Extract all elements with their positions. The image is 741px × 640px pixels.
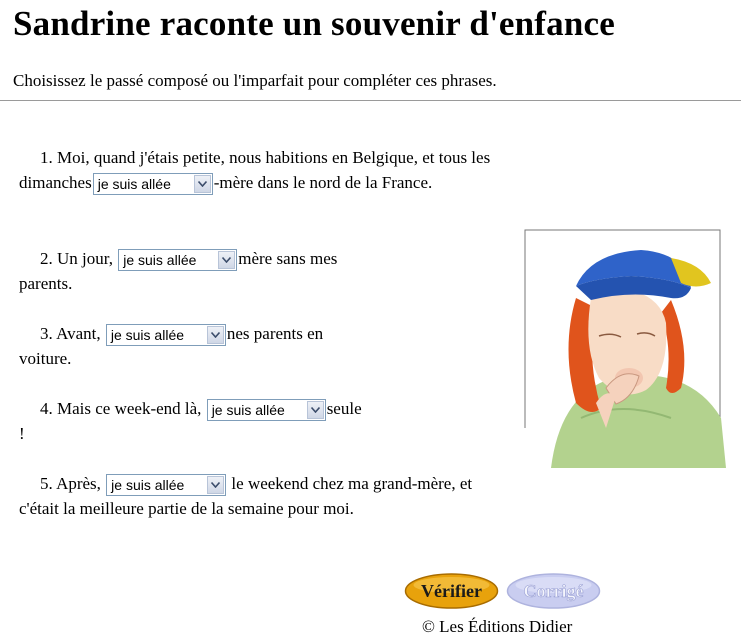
instruction-text: Choisissez le passé composé ou l'imparfa… [13,71,497,90]
select-value: je suis allée [211,402,285,419]
corrige-button-label: Corrigé [524,581,584,601]
verb-select-2[interactable]: je suis allée [118,249,238,272]
exercise-text-before: Avant, [56,324,101,343]
verb-select-1[interactable]: je suis allée [92,173,213,196]
select-dropdown-button[interactable] [206,326,224,345]
exercise-2: 2. Un jour, je suis allée mère sans mes p… [19,246,379,296]
exercise-text-before: Un jour, [57,249,113,268]
chevron-down-icon [222,257,232,264]
verify-button-label: Vérifier [421,581,482,601]
chevron-down-icon [197,181,207,188]
verb-select-3[interactable]: je suis allée [105,324,226,347]
select-dropdown-button[interactable] [207,476,225,495]
exercise-text-before: Après, [56,474,101,493]
exercise-number: 2. [40,249,53,268]
header-divider [0,100,741,101]
exercise-number: 4. [40,399,53,418]
exercise-1: 1. Moi, quand j'étais petite, nous habit… [19,145,511,196]
page-title: Sandrine raconte un souvenir d'enfance [13,4,616,43]
select-dropdown-button[interactable] [193,175,211,194]
select-value: je suis allée [97,176,171,193]
exercise-3: 3. Avant, je suis allée nes parents en vo… [19,321,364,371]
chevron-down-icon [210,332,220,339]
girl-with-cap-illustration [523,229,729,468]
chevron-down-icon [310,407,320,414]
exercise-4: 4. Mais ce week-end là, je suis allée seu… [19,396,364,446]
chevron-down-icon [211,482,221,489]
exercise-5: 5. Après, je suis allée le weekend chez … [19,471,511,521]
select-value: je suis allée [110,327,185,344]
exercise-text-after: -mère dans le nord de la France. [213,173,433,192]
copyright-notice: © Les Éditions Didier [422,617,573,636]
verb-select-5[interactable]: je suis allée [106,474,227,497]
corrige-button[interactable]: Corrigé [506,572,601,610]
exercise-number: 3. [40,324,53,343]
select-dropdown-button[interactable] [306,401,324,420]
verify-button[interactable]: Vérifier [404,572,499,610]
verb-select-4[interactable]: je suis allée [206,399,326,422]
select-dropdown-button[interactable] [218,251,236,270]
select-value: je suis allée [111,477,185,494]
exercise-text-before: Mais ce week-end là, [57,399,202,418]
exercise-number: 1. [40,148,53,167]
exercise-number: 5. [40,474,53,493]
select-value: je suis allée [123,252,197,269]
